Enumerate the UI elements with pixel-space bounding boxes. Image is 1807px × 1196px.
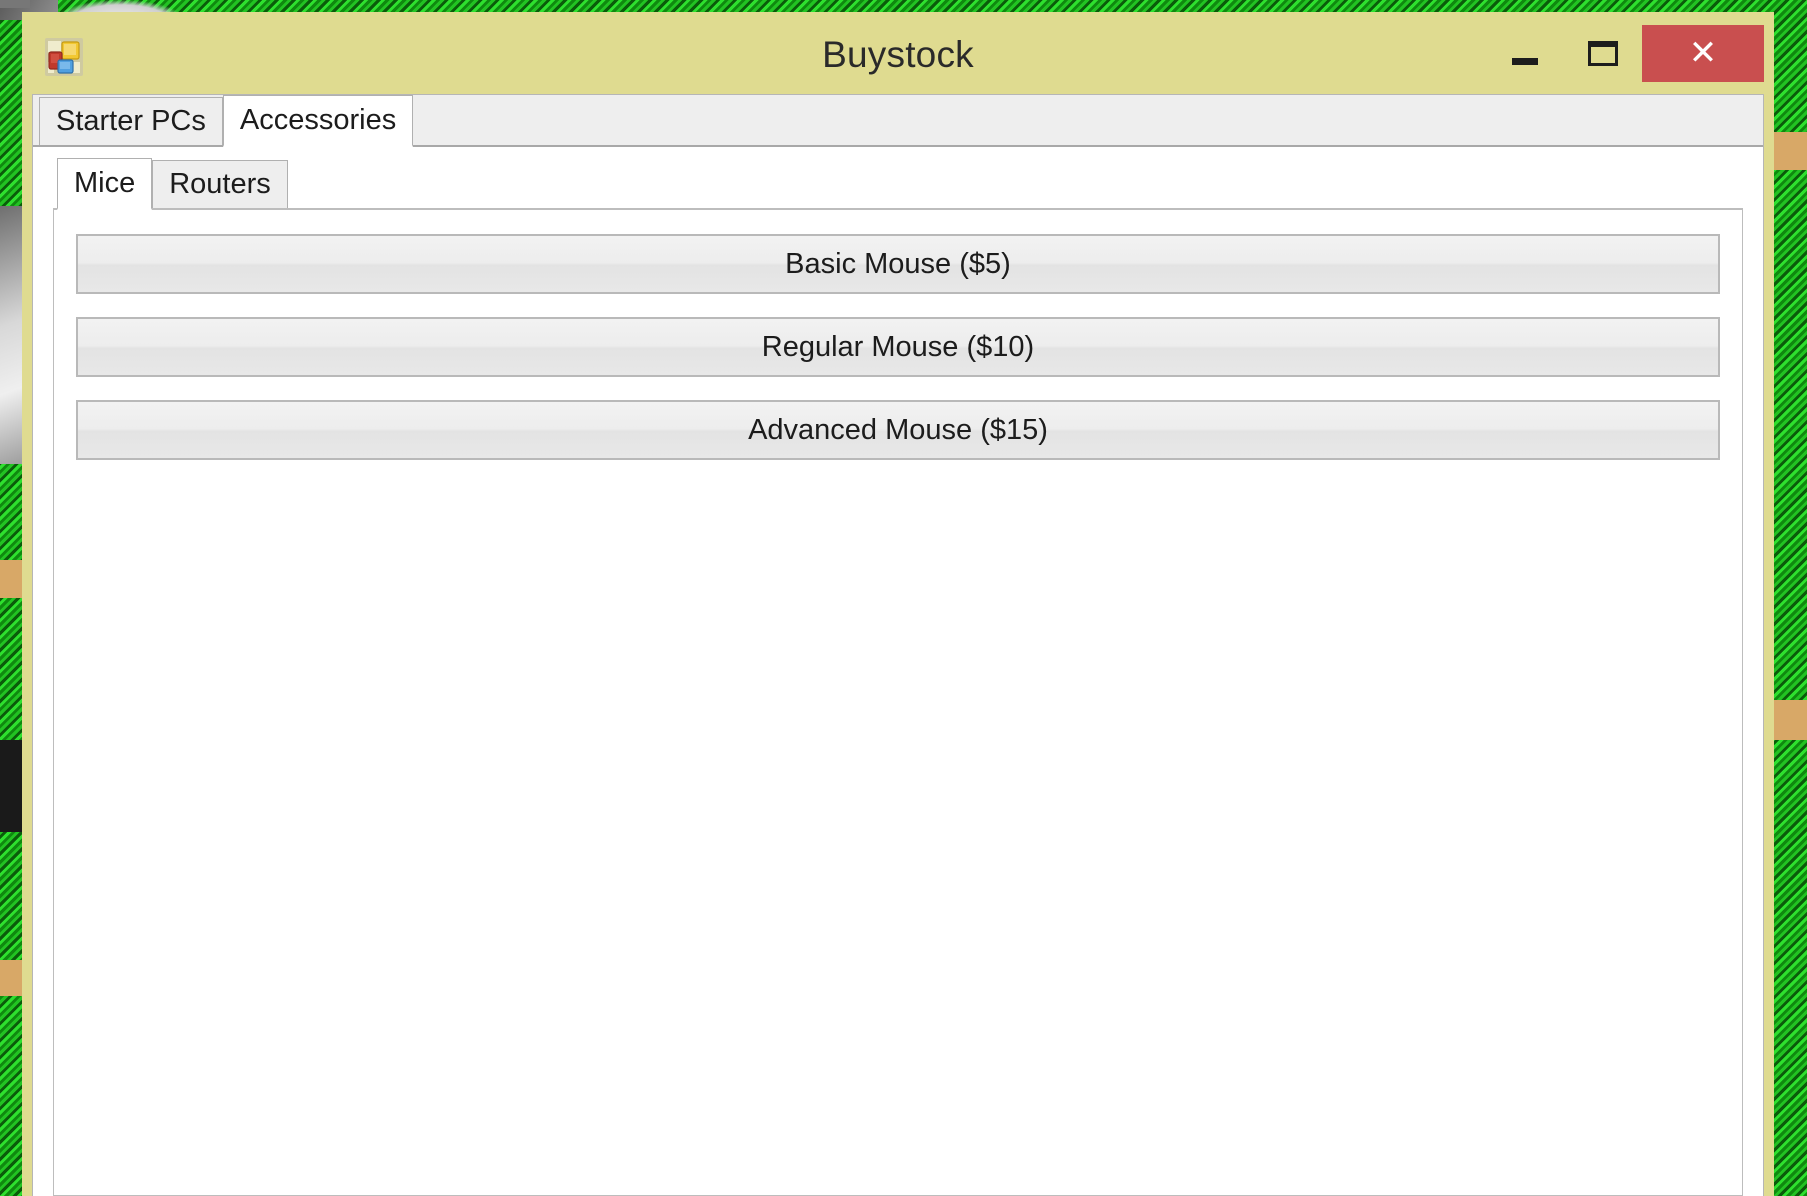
maximize-button[interactable] [1564,26,1642,80]
tab-label: Accessories [239,104,397,136]
window-titlebar[interactable]: Buystock ✕ [32,12,1764,94]
tab-accessories[interactable]: Accessories [222,95,414,147]
buy-basic-mouse-button[interactable]: Basic Mouse ($5) [76,234,1720,294]
buy-advanced-mouse-button[interactable]: Advanced Mouse ($15) [76,400,1720,460]
mice-panel: Basic Mouse ($5) Regular Mouse ($10) Adv… [53,210,1743,1196]
inner-tabstrip: Mice Routers [53,158,1743,210]
tab-label: Starter PCs [56,105,206,137]
outer-tab-control: Starter PCs Accessories Mice Routers Bas… [32,94,1764,1196]
minimize-icon [1512,57,1538,65]
tab-label: Routers [169,168,271,200]
outer-tabstrip: Starter PCs Accessories [33,95,1763,147]
minimize-button[interactable] [1486,26,1564,80]
close-button[interactable]: ✕ [1642,24,1764,82]
tab-mice[interactable]: Mice [57,158,153,210]
buystock-window: Buystock ✕ Starter PCs Accessories Mice … [22,12,1774,1196]
inner-tab-control: Mice Routers Basic Mouse ($5) Regular Mo… [53,158,1743,1196]
close-icon: ✕ [1688,34,1718,72]
maximize-icon [1588,40,1618,66]
tab-routers[interactable]: Routers [152,160,288,208]
tab-starter-pcs[interactable]: Starter PCs [39,97,223,145]
wallpaper-patch [1773,132,1807,170]
buy-regular-mouse-button[interactable]: Regular Mouse ($10) [76,317,1720,377]
tab-label: Mice [74,167,136,199]
window-controls: ✕ [1486,24,1764,82]
wallpaper-patch [0,0,30,8]
wallpaper-patch [1773,700,1807,740]
